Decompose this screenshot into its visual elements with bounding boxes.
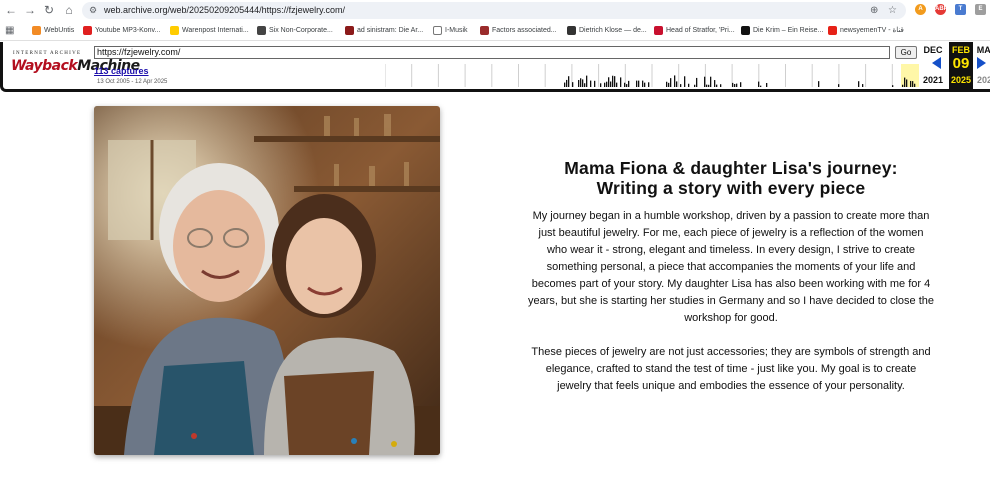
bookmark-label: Youtube MP3-Konv... bbox=[95, 27, 161, 34]
bookmark-item[interactable]: Youtube MP3-Konv... bbox=[83, 25, 160, 37]
browser-toolbar: ← → ↻ ⌂ ⚙ web.archive.org/web/2025020920… bbox=[0, 0, 990, 21]
wayback-logo-caption: INTERNET ARCHIVE bbox=[13, 51, 82, 56]
bookmark-label: Dietrich Klose — de... bbox=[579, 27, 647, 34]
story-title-line1: Mama Fiona & daughter Lisa's journey: bbox=[564, 158, 898, 178]
bookmark-star-icon[interactable]: ☆ bbox=[888, 4, 897, 17]
back-icon[interactable]: ← bbox=[4, 3, 18, 17]
extension-icon-4[interactable]: E bbox=[975, 4, 986, 15]
wayback-logo-part1: Wayback bbox=[11, 58, 78, 74]
bookmark-favicon-icon bbox=[480, 25, 489, 35]
story-paragraph-1: My journey began in a humble workshop, d… bbox=[528, 210, 935, 324]
prev-capture-arrow-icon[interactable] bbox=[932, 57, 941, 69]
bookmark-item[interactable]: newsyemenTV - قناة bbox=[828, 25, 904, 37]
bookmark-favicon-icon bbox=[32, 25, 41, 35]
folder-icon bbox=[433, 25, 442, 35]
bookmark-label: Factors associated... bbox=[492, 27, 557, 34]
current-year: 2025 bbox=[950, 75, 972, 85]
story-section: Mama Fiona & daughter Lisa's journey: Wr… bbox=[528, 158, 934, 395]
capture-date-range: 13 Oct 2005 - 12 Apr 2025 bbox=[97, 79, 168, 85]
bookmark-label: Head of Stratfor, 'Pri... bbox=[666, 27, 735, 34]
forward-icon[interactable]: → bbox=[23, 3, 37, 17]
address-bar[interactable]: ⚙ web.archive.org/web/20250209205444/htt… bbox=[82, 2, 906, 19]
bookmark-item[interactable]: Factors associated... bbox=[480, 25, 557, 37]
bookmark-item[interactable]: Head of Stratfor, 'Pri... bbox=[654, 25, 735, 37]
address-bar-url[interactable]: web.archive.org/web/20250209205444/https… bbox=[104, 4, 345, 17]
reload-icon[interactable]: ↻ bbox=[42, 3, 56, 17]
bookmark-favicon-icon bbox=[741, 25, 750, 35]
zoom-icon[interactable]: ⊕ bbox=[870, 4, 878, 17]
bookmark-favicon-icon bbox=[567, 25, 576, 35]
current-day: 09 bbox=[952, 55, 970, 72]
home-icon[interactable]: ⌂ bbox=[62, 3, 76, 17]
apps-grid-icon[interactable]: ▦ bbox=[5, 25, 14, 37]
extension-icon-1[interactable]: A bbox=[915, 4, 926, 15]
bookmark-favicon-icon bbox=[83, 25, 92, 35]
bookmark-label: Die Krim – Ein Reise... bbox=[753, 27, 824, 34]
bookmark-item[interactable]: Warenpost Internati... bbox=[170, 25, 249, 37]
current-capture-date: FEB 09 2025 bbox=[949, 42, 973, 89]
wayback-url-input[interactable]: https://fzjewelry.com/ bbox=[94, 46, 890, 59]
current-month: FEB bbox=[952, 45, 970, 55]
next-year-label[interactable]: 2026 bbox=[975, 75, 990, 85]
bookmark-label: Six Non-Corporate... bbox=[269, 27, 333, 34]
next-capture-arrow-icon[interactable] bbox=[977, 57, 986, 69]
bookmark-favicon-icon bbox=[345, 25, 354, 35]
capture-sparkline[interactable] bbox=[385, 64, 919, 87]
wayback-toolbar: INTERNET ARCHIVE WaybackMachine https://… bbox=[0, 42, 990, 92]
bookmark-label: ad sinistram: Die Ar... bbox=[357, 27, 424, 34]
story-title-line2: Writing a story with every piece bbox=[596, 178, 866, 198]
bookmark-label: newsyemenTV - قناة bbox=[840, 27, 904, 34]
bookmark-label: WebUntis bbox=[44, 27, 75, 34]
story-title: Mama Fiona & daughter Lisa's journey: Wr… bbox=[528, 158, 934, 198]
extension-icon-2[interactable]: ABP bbox=[935, 4, 948, 15]
bookmark-favicon-icon bbox=[170, 25, 179, 35]
captures-link[interactable]: 113 captures bbox=[94, 66, 149, 76]
translate-icon[interactable]: T bbox=[955, 4, 966, 15]
prev-year-label[interactable]: 2021 bbox=[921, 75, 945, 85]
youtube-icon bbox=[828, 25, 837, 35]
bookmark-label: Warenpost Internati... bbox=[182, 27, 249, 34]
bookmarks-bar: ▦ WebUntis Youtube MP3-Konv... Warenpost… bbox=[0, 21, 990, 41]
bookmark-label: I-Musik bbox=[445, 27, 468, 34]
bookmark-item[interactable]: ad sinistram: Die Ar... bbox=[345, 25, 423, 37]
bookmark-item[interactable]: Dietrich Klose — de... bbox=[567, 25, 647, 37]
mother-daughter-photo bbox=[94, 106, 440, 455]
bookmark-item[interactable]: Die Krim – Ein Reise... bbox=[741, 25, 823, 37]
bookmark-item[interactable]: I-Musik bbox=[433, 25, 468, 37]
site-info-icon[interactable]: ⚙ bbox=[89, 5, 97, 16]
story-paragraph-2: These pieces of jewelry are not just acc… bbox=[531, 346, 931, 392]
prev-month-label[interactable]: DEC bbox=[921, 45, 945, 55]
next-month-label[interactable]: MAR bbox=[975, 45, 990, 55]
bookmark-favicon-icon bbox=[654, 25, 663, 35]
bookmark-favicon-icon bbox=[257, 25, 266, 35]
bookmark-item[interactable]: Six Non-Corporate... bbox=[257, 25, 333, 37]
go-button[interactable]: Go bbox=[895, 46, 917, 59]
bookmark-item[interactable]: WebUntis bbox=[32, 25, 74, 37]
